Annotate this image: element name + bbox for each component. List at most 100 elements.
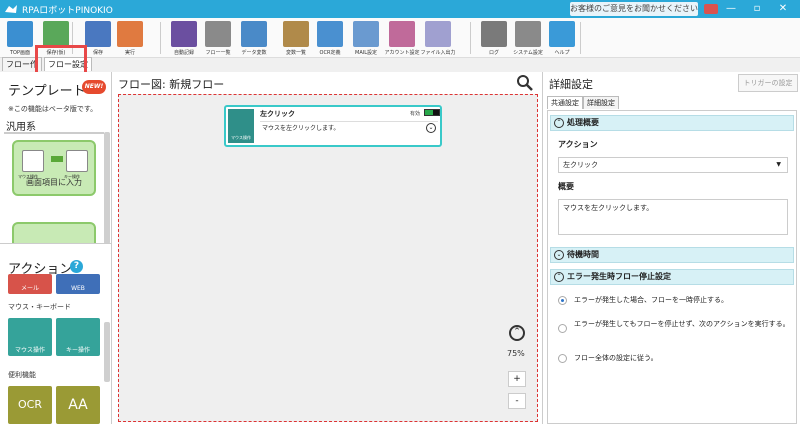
ribbon-button-home[interactable]: TOP画面 xyxy=(2,20,38,56)
action-section: アクション ? メール WEB マウス・キーボード マウス操作 キー操作 便利機… xyxy=(0,252,112,424)
ribbon-label: データ変数 xyxy=(241,50,267,56)
template-scrollbar[interactable] xyxy=(104,132,110,243)
chevron-down-icon[interactable]: ⌄ xyxy=(426,123,436,133)
action-tile-text[interactable]: AA xyxy=(56,386,100,424)
ribbon-label: OCR定義 xyxy=(319,50,341,56)
action-tile-web[interactable]: WEB xyxy=(56,274,100,294)
flow-title: フロー図: 新規フロー xyxy=(118,78,225,91)
summary-textarea[interactable]: マウスを左クリックします。 xyxy=(558,199,788,235)
trigger-settings-button[interactable]: トリガーの設定 xyxy=(738,74,798,92)
ribbon-button-mail[interactable]: MAIL設定 xyxy=(348,20,384,56)
radio-button[interactable] xyxy=(558,354,567,363)
ribbon-separator xyxy=(72,22,73,54)
tab-flow-create[interactable]: フロー作 xyxy=(2,57,42,71)
action-select-value: 左クリック xyxy=(563,161,598,169)
ribbon-button-help[interactable]: ヘルプ xyxy=(544,20,580,56)
play-icon xyxy=(117,21,143,47)
chevron-up-icon: ⌃ xyxy=(554,118,564,128)
ribbon-separator xyxy=(470,22,471,54)
divider xyxy=(4,132,104,134)
ribbon-button-save[interactable]: 保存(仮) xyxy=(38,20,74,56)
zoom-in-button[interactable]: + xyxy=(508,371,526,387)
variable-icon xyxy=(283,21,309,47)
ribbon-label: MAIL設定 xyxy=(355,50,377,56)
data-icon xyxy=(241,21,267,47)
tab-common-settings[interactable]: 共通設定 xyxy=(547,96,583,109)
action-tile-mouse[interactable]: マウス操作 xyxy=(8,318,52,356)
feedback-link[interactable]: お客様のご意見をお聞かせください xyxy=(570,2,698,16)
help-icon xyxy=(549,21,575,47)
ribbon-button-record[interactable]: 自動記録 xyxy=(166,20,202,56)
ribbon-label: システム設定 xyxy=(513,50,543,56)
node-enabled-label: 有効 xyxy=(410,111,421,117)
detail-body: ⌃ 処理概要 アクション 左クリック ▼ 概要 マウスを左クリックします。 ⌄ … xyxy=(547,110,797,424)
section-wait-header[interactable]: ⌄ 待機時間 xyxy=(550,247,794,263)
section-error-header[interactable]: ⌃ エラー発生時フロー停止設定 xyxy=(550,269,794,285)
section-title: 待機時間 xyxy=(567,250,599,259)
template-card[interactable]: マウス操作 キー操作 画面項目に入力 xyxy=(12,140,96,196)
flow-header: フロー図: 新規フロー xyxy=(112,72,542,94)
zoom-level: 75% xyxy=(507,349,525,358)
action-tile-keyboard[interactable]: キー操作 xyxy=(56,318,100,356)
radio-button[interactable] xyxy=(558,296,567,305)
home-icon xyxy=(7,21,33,47)
toolbar-ribbon: TOP画面 保存(仮) 保存 実行 自動記録 フロー一覧 データ変数 変数一覧 OCR定義 MAI… xyxy=(0,18,800,58)
section-title: エラー発生時フロー停止設定 xyxy=(567,272,671,281)
arrow-right-icon xyxy=(51,156,63,162)
file-io-icon xyxy=(425,21,451,47)
ribbon-button-disk[interactable]: 保存 xyxy=(80,20,116,56)
ribbon-separator xyxy=(160,22,161,54)
close-button[interactable]: ✕ xyxy=(770,0,796,18)
detail-title: 詳細設定 xyxy=(549,78,593,91)
ribbon-button-log[interactable]: ログ xyxy=(476,20,512,56)
ribbon-button-variable[interactable]: 変数一覧 xyxy=(278,20,314,56)
ribbon-button-list[interactable]: フロー一覧 xyxy=(200,20,236,56)
radio-label: フロー全体の設定に従う。 xyxy=(574,354,658,362)
node-category-label: マウス操作 xyxy=(231,135,251,140)
ribbon-button-file-io[interactable]: ファイル入出力 xyxy=(420,20,456,56)
template-card-2[interactable] xyxy=(12,222,96,243)
flow-node[interactable]: マウス操作 左クリック 有効 マウスを左クリックします。 ⌄ xyxy=(224,105,442,147)
radio-label: エラーが発生した場合、フローを一時停止する。 xyxy=(574,296,728,304)
ribbon-button-play[interactable]: 実行 xyxy=(112,20,148,56)
ribbon-button-gear[interactable]: システム設定 xyxy=(510,20,546,56)
record-icon xyxy=(171,21,197,47)
action-tile-label: マウス操作 xyxy=(14,347,45,354)
section-title: 処理概要 xyxy=(567,118,599,127)
flow-canvas[interactable]: マウス操作 左クリック 有効 マウスを左クリックします。 ⌄ ⌃ 75% + - xyxy=(112,94,542,424)
left-tab-bar: フロー作 フロー設定 xyxy=(0,57,110,71)
action-scrollbar[interactable] xyxy=(104,322,110,382)
action-tile-ocr[interactable]: OCR xyxy=(8,386,52,424)
ribbon-label: 保存 xyxy=(92,50,103,56)
radio-label: エラーが発生してもフローを停止せず、次のアクションを実行する。 xyxy=(574,320,790,328)
ribbon-label: フロー一覧 xyxy=(205,50,231,56)
node-name: 左クリック xyxy=(260,110,295,118)
help-icon[interactable]: ? xyxy=(70,260,83,273)
minimize-button[interactable]: — xyxy=(718,0,744,18)
ribbon-button-ocr[interactable]: OCR定義 xyxy=(312,20,348,56)
app-logo-icon xyxy=(0,0,22,18)
section-summary-header[interactable]: ⌃ 処理概要 xyxy=(550,115,794,131)
keyboard-icon xyxy=(66,150,88,172)
ribbon-label: ファイル入出力 xyxy=(420,50,456,56)
action-select[interactable]: 左クリック ▼ xyxy=(558,157,788,173)
action-tile-label: WEB xyxy=(71,285,85,292)
tab-detail-settings[interactable]: 詳細設定 xyxy=(583,96,619,109)
ribbon-label: アカウント設定 xyxy=(384,50,420,56)
log-icon xyxy=(481,21,507,47)
search-icon[interactable] xyxy=(516,74,534,92)
ribbon-label: 実行 xyxy=(124,50,135,56)
ribbon-button-account[interactable]: アカウント設定 xyxy=(384,20,420,56)
ribbon-button-data[interactable]: データ変数 xyxy=(236,20,272,56)
chevron-up-icon[interactable]: ⌃ xyxy=(509,325,525,341)
tab-flow-settings[interactable]: フロー設定 xyxy=(44,57,92,71)
zoom-out-button[interactable]: - xyxy=(508,393,526,409)
new-badge: NEW! xyxy=(82,80,106,94)
flow-drop-area[interactable]: マウス操作 左クリック 有効 マウスを左クリックします。 ⌄ ⌃ 75% + - xyxy=(118,94,538,422)
ribbon-label: ログ xyxy=(488,50,499,56)
account-icon xyxy=(389,21,415,47)
node-enabled-toggle[interactable] xyxy=(424,109,440,116)
action-tile-mail[interactable]: メール xyxy=(8,274,52,294)
maximize-button[interactable]: ▫ xyxy=(744,0,770,18)
radio-button[interactable] xyxy=(558,324,567,333)
